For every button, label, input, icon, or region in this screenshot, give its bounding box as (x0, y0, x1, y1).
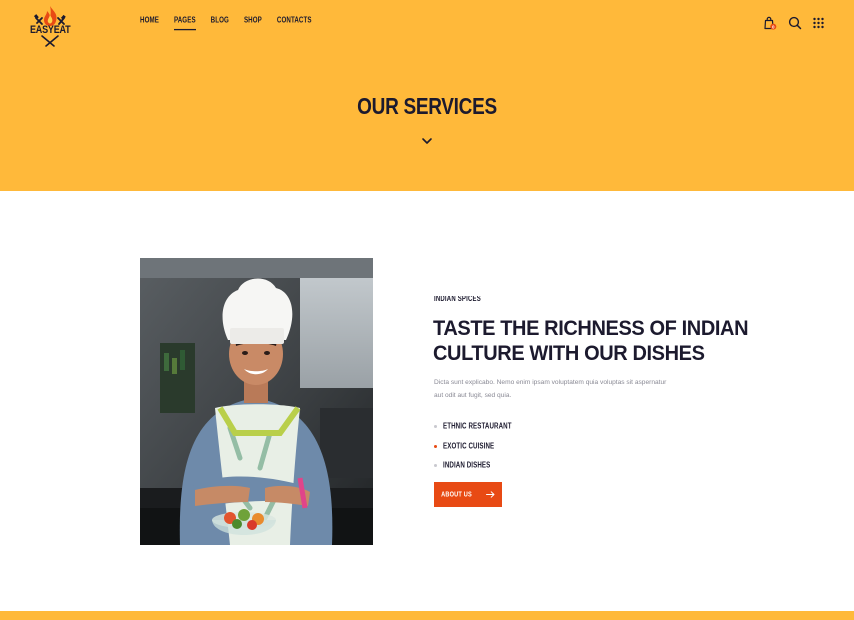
nav-item-contacts[interactable]: CONTACTS (277, 16, 312, 25)
main-nav: HOME PAGES BLOG SHOP CONTACTS (140, 16, 327, 31)
footer-band (0, 611, 854, 620)
feature-label: INDIAN DISHES (443, 461, 491, 471)
search-icon (788, 16, 802, 30)
about-us-button-label: ABOUT US (441, 490, 472, 499)
nav-item-home[interactable]: HOME (140, 16, 159, 25)
bullet-dot-icon (434, 425, 437, 429)
section-heading: TASTE THE RICHNESS OF INDIAN CULTURE WIT… (433, 316, 749, 366)
list-item: INDIAN DISHES (434, 456, 512, 476)
nav-item-pages[interactable]: PAGES (173, 16, 196, 31)
search-button[interactable] (788, 16, 802, 30)
hero-banner: EASYEAT HOME PAGES BLOG SHOP CONTACTS 0 (0, 0, 854, 191)
list-item: EXOTIC CUISINE (434, 437, 512, 457)
section-description: Dicta sunt explicabo. Nemo enim ipsam vo… (434, 379, 667, 399)
section-subtitle: INDIAN SPICES (434, 296, 481, 304)
grid-menu-icon (813, 17, 824, 29)
brand-logo[interactable]: EASYEAT (30, 4, 71, 47)
chef-photo (140, 258, 373, 545)
arrow-right-icon (485, 491, 495, 498)
page-title: OUR SERVICES (357, 94, 497, 120)
feature-label: EXOTIC CUISINE (443, 441, 495, 451)
list-item: ETHNIC RESTAURANT (434, 417, 512, 437)
feature-label: ETHNIC RESTAURANT (443, 422, 512, 432)
nav-item-blog[interactable]: BLOG (211, 16, 229, 25)
feature-list: ETHNIC RESTAURANT EXOTIC CUISINE INDIAN … (434, 417, 512, 476)
menu-grid-button[interactable] (812, 16, 826, 30)
section-heading-line1: TASTE THE RICHNESS OF INDIAN (433, 317, 749, 341)
about-us-button[interactable]: ABOUT US (434, 482, 502, 507)
nav-item-shop[interactable]: SHOP (244, 16, 262, 25)
crossed-tools-icon (41, 35, 59, 47)
chef-image (140, 258, 373, 545)
chevron-down-icon[interactable] (421, 136, 433, 146)
shopping-bag-icon: 0 (764, 16, 777, 30)
section-heading-line2: CULTURE WITH OUR DISHES (433, 342, 705, 366)
cart-button[interactable]: 0 (763, 16, 777, 30)
bullet-dot-icon (434, 464, 437, 468)
bullet-dot-icon (434, 444, 437, 448)
